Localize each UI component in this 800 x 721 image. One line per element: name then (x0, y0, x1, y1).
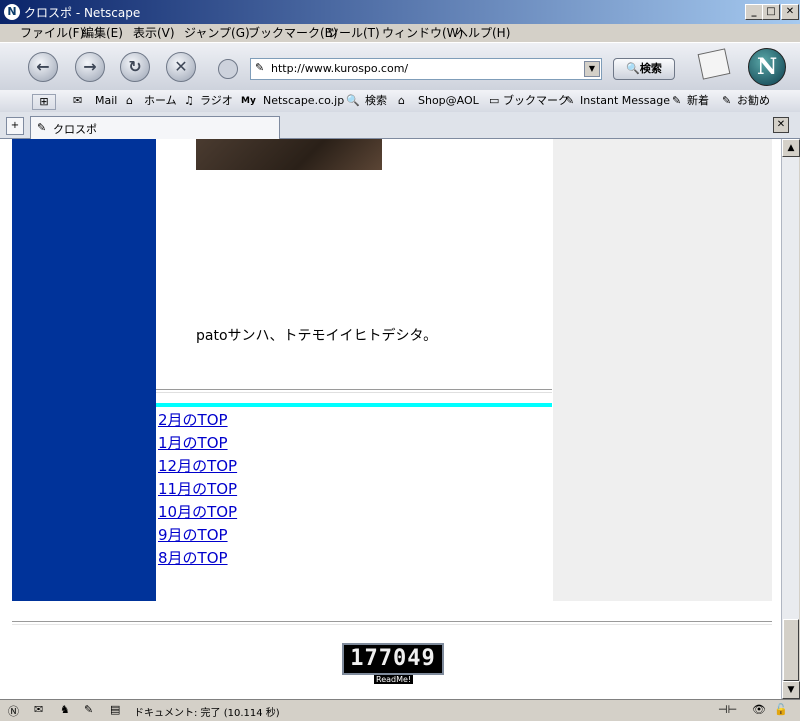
photo-image (196, 139, 382, 170)
personal-item-mail[interactable]: Mail (95, 94, 117, 108)
folder-icon: ▭ (489, 94, 500, 107)
body-text: patoサンハ、トテモイイヒトデシタ。 (196, 328, 438, 344)
reload-button[interactable]: ↻ (120, 52, 150, 82)
tab-bar: + ✎ クロスポ ✕ (0, 112, 800, 139)
new-tab-icon[interactable]: + (6, 117, 24, 135)
menu-window[interactable]: ウィンドウ(W) (382, 24, 463, 42)
personal-item-bookmarks[interactable]: ブックマーク (503, 94, 569, 108)
access-counter[interactable]: 177049 (342, 643, 444, 675)
status-text: ドキュメント: 完了 (10.114 秒) (134, 708, 280, 719)
bookmark-icon: ✎ (255, 61, 265, 74)
url-dropdown-icon[interactable] (218, 59, 238, 79)
close-button[interactable]: ✕ (781, 4, 799, 20)
lock-icon: 🔓 (774, 703, 788, 716)
url-text: http://www.kurospo.com/ (271, 62, 409, 75)
personal-item-netscape[interactable]: Netscape.co.jp (263, 94, 344, 108)
maximize-button[interactable]: □ (762, 4, 780, 20)
bookmark-icon: ✎ (37, 121, 47, 134)
search-button-label: 検索 (639, 62, 662, 75)
aim-icon[interactable]: ♞ (60, 703, 70, 716)
right-gray-column (553, 139, 772, 601)
personal-item-search[interactable]: 検索 (365, 94, 387, 108)
back-button[interactable]: ← (28, 52, 58, 82)
close-tab-button[interactable]: ✕ (773, 117, 789, 133)
link-sep-top[interactable]: 9月のTOP (158, 524, 228, 545)
divider (156, 389, 552, 393)
personal-toolbar: ⊞ ✉ Mail ⌂ ホーム ♫ ラジオ My Netscape.co.jp 🔍… (0, 90, 800, 113)
address-book-icon[interactable]: ▤ (110, 703, 120, 716)
personal-item-im[interactable]: Instant Message (580, 94, 670, 108)
menu-go[interactable]: ジャンプ(G) (184, 24, 250, 42)
scroll-up-icon[interactable]: ▲ (782, 139, 800, 157)
personal-item-shop[interactable]: Shop@AOL (418, 94, 479, 108)
aol-icon: ⌂ (398, 94, 405, 107)
personal-item-recommend[interactable]: お勧め (737, 94, 770, 108)
title-bar: N クロスポ - Netscape _ □ ✕ (0, 0, 800, 24)
status-bar: Ⓝ ✉ ♞ ✎ ▤ ドキュメント: 完了 (10.114 秒) ⊣⊢ 👁 🔓 (0, 699, 800, 721)
link-dec-top[interactable]: 12月のTOP (158, 455, 237, 476)
link-nov-top[interactable]: 11月のTOP (158, 478, 237, 499)
connection-icon: ⊣⊢ (718, 703, 738, 716)
composer-icon[interactable]: ✎ (84, 703, 93, 716)
my-icon: My (241, 96, 256, 106)
menu-edit[interactable]: 編集(E) (82, 24, 123, 42)
menu-tools[interactable]: ツール(T) (327, 24, 380, 42)
radio-icon: ♫ (184, 94, 194, 107)
navigation-toolbar: ← → ↻ ✕ ✎ http://www.kurospo.com/ ▼ 🔍検索 … (0, 42, 800, 92)
menu-view[interactable]: 表示(V) (133, 24, 175, 42)
window-title: クロスポ - Netscape (24, 6, 141, 20)
scroll-down-icon[interactable]: ▼ (782, 681, 800, 699)
menu-help[interactable]: ヘルプ(H) (456, 24, 510, 42)
left-blue-column (12, 139, 156, 601)
stop-button[interactable]: ✕ (166, 52, 196, 82)
link-feb-top[interactable]: 2月のTOP (158, 409, 228, 430)
scroll-thumb[interactable] (783, 619, 799, 681)
minimize-button[interactable]: _ (745, 4, 763, 20)
search-icon: 🔍 (626, 62, 640, 75)
link-jan-top[interactable]: 1月のTOP (158, 432, 228, 453)
search-button[interactable]: 🔍検索 (613, 58, 675, 80)
menu-bar: ファイル(F) 編集(E) 表示(V) ジャンプ(G) ブックマーク(B) ツー… (0, 24, 800, 42)
link-aug-top[interactable]: 8月のTOP (158, 547, 228, 568)
home-icon: ⌂ (126, 94, 133, 107)
tab-label: クロスポ (53, 123, 97, 136)
forward-button[interactable]: → (75, 52, 105, 82)
netscape-status-icon[interactable]: Ⓝ (8, 703, 19, 719)
bookmark-icon: ✎ (565, 94, 575, 107)
mail-icon[interactable]: ✉ (34, 703, 43, 716)
cyan-divider (156, 403, 552, 407)
chevron-down-icon[interactable]: ▼ (584, 61, 600, 77)
search-icon: 🔍 (346, 94, 360, 107)
print-icon[interactable] (697, 48, 731, 80)
netscape-logo[interactable]: N (748, 48, 786, 86)
menu-file[interactable]: ファイル(F) (20, 24, 84, 42)
personal-item-new[interactable]: 新着 (687, 94, 709, 108)
bookmark-icon: ✎ (722, 94, 732, 107)
url-field[interactable]: ✎ http://www.kurospo.com/ ▼ (250, 58, 602, 80)
sidebar-toggle-icon[interactable]: ⊞ (32, 94, 56, 110)
link-oct-top[interactable]: 10月のTOP (158, 501, 237, 522)
tab-kurospo[interactable]: ✎ クロスポ (30, 116, 280, 139)
vertical-scrollbar[interactable]: ▲ ▼ (781, 139, 800, 699)
personal-item-home[interactable]: ホーム (144, 94, 177, 108)
netscape-icon: N (4, 4, 20, 20)
counter-label[interactable]: ReadMe! (374, 675, 414, 684)
bookmark-icon: ✎ (672, 94, 682, 107)
mail-icon: ✉ (73, 94, 83, 107)
menu-bookmarks[interactable]: ブックマーク(B) (248, 24, 338, 42)
security-icon: 👁 (752, 703, 766, 716)
personal-item-radio[interactable]: ラジオ (200, 94, 233, 108)
footer-divider (12, 621, 772, 625)
page-content: patoサンハ、トテモイイヒトデシタ。 2月のTOP 1月のTOP 12月のTO… (0, 139, 781, 699)
